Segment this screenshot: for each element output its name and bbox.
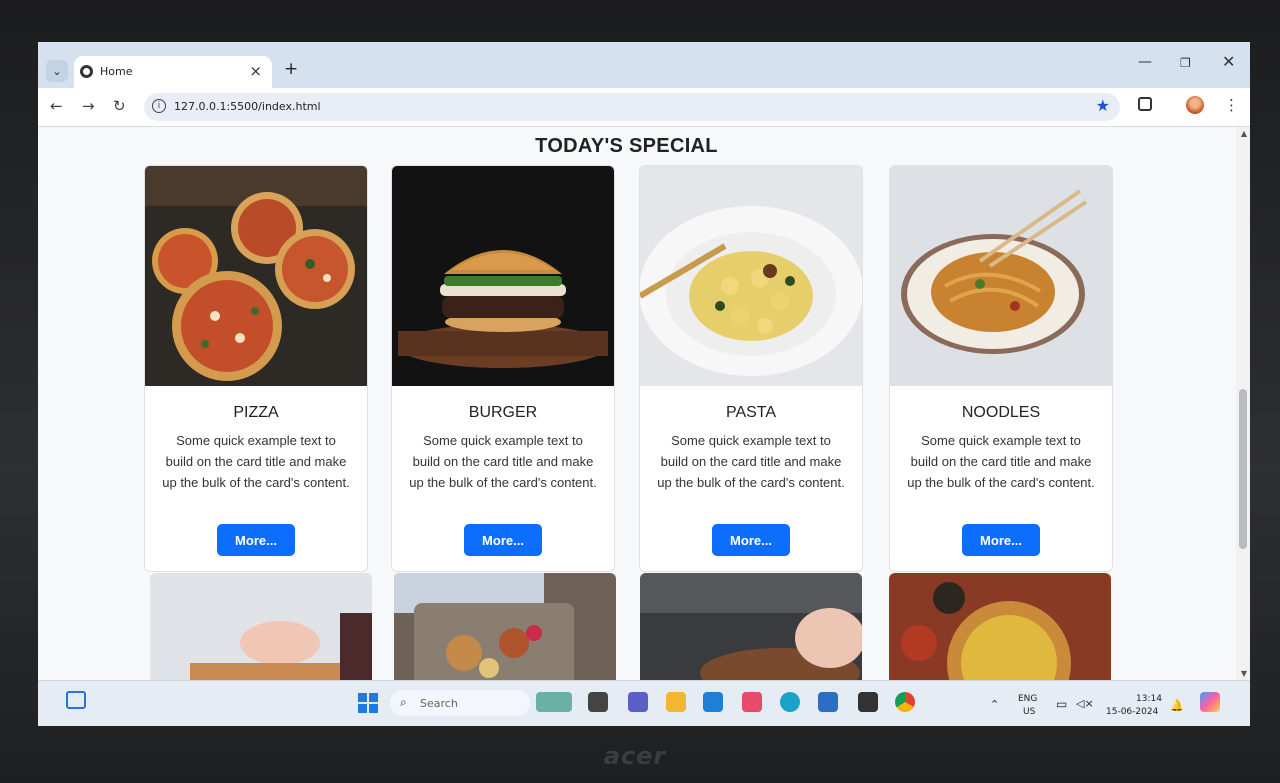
start-icon[interactable]: [358, 693, 378, 713]
network-icon[interactable]: ▭: [1056, 697, 1067, 711]
card-title: BURGER: [468, 404, 538, 421]
card-row2-4: [889, 573, 1111, 680]
card-title: NOODLES: [961, 404, 1041, 421]
more-button[interactable]: More...: [464, 524, 542, 556]
tab-search-dropdown-icon[interactable]: ⌄: [46, 60, 68, 82]
taskbar-search[interactable]: ⌕ Search: [390, 690, 530, 716]
card-text: Some quick example text to build on the …: [162, 433, 350, 490]
bookmark-star-icon[interactable]: ★: [1096, 96, 1110, 115]
back-icon[interactable]: ←: [50, 97, 63, 115]
task-view-icon[interactable]: [588, 692, 608, 712]
widgets-icon[interactable]: [66, 691, 86, 709]
restore-icon[interactable]: ❐: [1180, 56, 1191, 70]
copilot-icon[interactable]: [1200, 692, 1220, 712]
card-burger: BURGER Some quick example text to build …: [391, 165, 615, 572]
new-tab-icon[interactable]: +: [284, 59, 298, 79]
page-scrollbar[interactable]: ▲ ▼: [1236, 127, 1250, 680]
tray-chevron-icon[interactable]: ⌃: [990, 698, 999, 711]
burger-image: [392, 166, 614, 386]
close-window-icon[interactable]: ✕: [1222, 52, 1235, 71]
search-icon: ⌕: [400, 695, 407, 709]
edge-icon[interactable]: [780, 692, 800, 712]
card-row2-3: [640, 573, 862, 680]
notification-bell-icon[interactable]: 🔔: [1170, 699, 1184, 712]
noodles-image: [890, 166, 1112, 386]
screen: ⌄ Home × + — ❐ ✕ ← → ↻ i 127.0.0.1:5500/…: [38, 42, 1250, 726]
more-button[interactable]: More...: [712, 524, 790, 556]
chrome-icon[interactable]: [895, 692, 915, 712]
food-image: [150, 573, 372, 680]
more-button[interactable]: More...: [217, 524, 295, 556]
card-noodles: NOODLES Some quick example text to build…: [889, 165, 1113, 572]
tab-title: Home: [100, 65, 133, 78]
scroll-up-icon[interactable]: ▲: [1241, 129, 1247, 138]
search-highlight-icon[interactable]: [536, 692, 572, 712]
vscode-icon[interactable]: [703, 692, 723, 712]
store-icon[interactable]: [818, 692, 838, 712]
monitor-brand-logo: acer: [603, 742, 667, 770]
card-row2-1: [150, 573, 372, 680]
tab-home[interactable]: Home ×: [74, 56, 272, 88]
globe-icon: [80, 65, 93, 78]
pasta-image: [640, 166, 862, 386]
card-title: PIZZA: [233, 404, 279, 421]
tab-strip: ⌄ Home × + — ❐ ✕: [38, 42, 1250, 88]
food-image: [889, 573, 1111, 680]
file-explorer-icon[interactable]: [666, 692, 686, 712]
address-bar[interactable]: i 127.0.0.1:5500/index.html ★: [144, 93, 1120, 121]
card-row2-2: [394, 573, 616, 680]
scroll-thumb[interactable]: [1239, 389, 1247, 549]
card-text: Some quick example text to build on the …: [907, 433, 1095, 490]
card-pasta: PASTA Some quick example text to build o…: [639, 165, 863, 572]
food-image: [640, 573, 862, 680]
language-code[interactable]: ENG: [1018, 694, 1037, 704]
clock-time[interactable]: 13:14: [1136, 694, 1162, 704]
menu-kebab-icon[interactable]: ⋮: [1224, 96, 1239, 114]
page-viewport: TODAY'S SPECIAL PIZZA Some quick example…: [38, 127, 1250, 680]
extensions-icon[interactable]: [1138, 97, 1152, 111]
url-text[interactable]: 127.0.0.1:5500/index.html: [174, 100, 321, 113]
card-pizza: PIZZA Some quick example text to build o…: [144, 165, 368, 572]
more-button[interactable]: More...: [962, 524, 1040, 556]
site-info-icon[interactable]: i: [152, 99, 166, 113]
card-title: PASTA: [725, 404, 777, 421]
food-image: [394, 573, 616, 680]
teams-icon[interactable]: [628, 692, 648, 712]
scroll-down-icon[interactable]: ▼: [1241, 669, 1247, 678]
volume-muted-icon[interactable]: ◁×: [1076, 697, 1094, 710]
reload-icon[interactable]: ↻: [113, 97, 126, 115]
taskbar: ⌕ Search ⌃ ENG US ▭ ◁× 13:14 15-06-2024 …: [38, 680, 1250, 726]
snipping-tool-icon[interactable]: [742, 692, 762, 712]
region-code[interactable]: US: [1023, 707, 1035, 717]
pizza-image: [145, 166, 367, 386]
clock-date[interactable]: 15-06-2024: [1106, 707, 1158, 717]
search-placeholder: Search: [420, 697, 458, 710]
profile-avatar-icon[interactable]: [1186, 96, 1204, 114]
minimize-icon[interactable]: —: [1138, 54, 1152, 70]
card-text: Some quick example text to build on the …: [409, 433, 597, 490]
tab-close-icon[interactable]: ×: [249, 62, 262, 80]
forward-icon[interactable]: →: [82, 97, 95, 115]
browser-toolbar: ← → ↻ i 127.0.0.1:5500/index.html ★ ⋮: [38, 88, 1250, 127]
page-title: TODAY'S SPECIAL: [535, 135, 718, 157]
terminal-icon[interactable]: [858, 692, 878, 712]
card-text: Some quick example text to build on the …: [657, 433, 845, 490]
